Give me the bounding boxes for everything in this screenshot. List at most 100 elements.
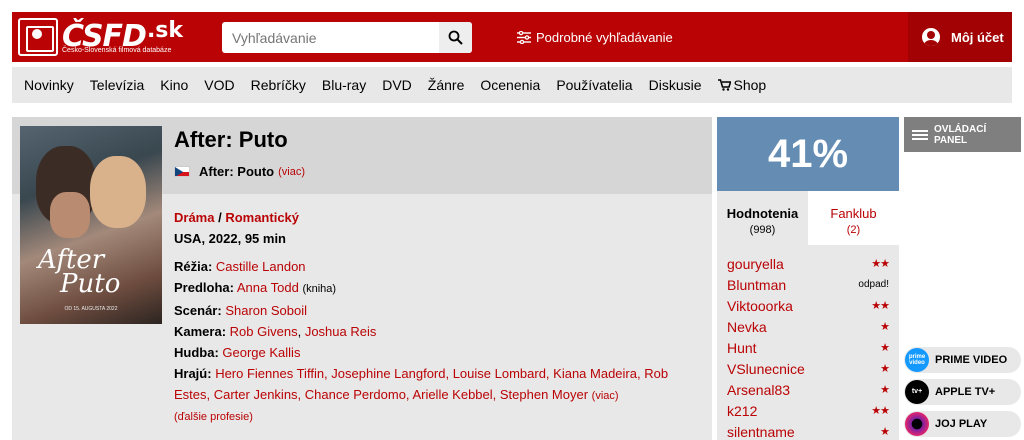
user-link[interactable]: Nevka xyxy=(727,319,767,335)
nav-pouzivatelia[interactable]: Používatelia xyxy=(556,77,632,93)
czech-flag-icon xyxy=(174,166,190,177)
nav-televizia[interactable]: Televízia xyxy=(90,77,144,93)
poster-figure xyxy=(90,156,146,228)
film-panel: After Puto OD 15. AUGUSTA 2022 After: Put… xyxy=(12,117,712,440)
nav-novinky[interactable]: Novinky xyxy=(24,77,74,93)
film-logo-icon xyxy=(18,18,58,56)
tab-ratings[interactable]: Hodnotenia (998) xyxy=(717,191,808,245)
account-button[interactable]: Môj účet xyxy=(908,12,1012,62)
rating-stars: ★★ xyxy=(871,300,890,312)
search-input[interactable] xyxy=(222,22,432,53)
nav-zanre[interactable]: Žánre xyxy=(428,77,465,93)
nav-vod[interactable]: VOD xyxy=(204,77,234,93)
control-panel-label: OVLÁDACÍ PANEL xyxy=(934,123,987,146)
logo-domain: .sk xyxy=(146,18,184,43)
apple-tv-icon: tv+ xyxy=(905,380,929,404)
rating-tabs: Hodnotenia (998) Fanklub (2) xyxy=(717,191,899,245)
nav-shop-label: Shop xyxy=(733,77,767,93)
film-info: Dráma / Romantický USA, 2022, 95 min Réž… xyxy=(174,207,704,428)
advanced-search-link[interactable]: Podrobné vyhľadávanie xyxy=(517,12,673,62)
site-logo[interactable]: ČSFD .sk Česko-Slovenská filmová databáz… xyxy=(18,12,183,62)
top-bar: ČSFD .sk Česko-Slovenská filmová databáz… xyxy=(12,12,1012,62)
crew-screenplay: Scenár: Sharon Soboil xyxy=(174,303,307,318)
rating-stars: ★ xyxy=(880,342,890,354)
rating-stars: ★★ xyxy=(871,405,890,417)
user-link[interactable]: VSlunecnice xyxy=(727,361,805,377)
more-professions-link[interactable]: (ďalšie profesie) xyxy=(174,407,704,428)
vod-apple-tv[interactable]: tv+ APPLE TV+ xyxy=(904,379,1021,405)
crew-link[interactable]: Sharon Soboil xyxy=(225,303,307,318)
rating-stars: ★ xyxy=(880,321,890,333)
prime-video-icon: prime video xyxy=(905,348,929,372)
nav-dvd[interactable]: DVD xyxy=(382,77,412,93)
crew-link[interactable]: Joshua Reis xyxy=(305,324,377,339)
film-title: After: Puto xyxy=(174,127,288,152)
list-item: Hunt ★ xyxy=(727,337,890,358)
vod-label: PRIME VIDEO xyxy=(935,354,1008,366)
crew-link[interactable]: Anna Todd xyxy=(237,280,299,295)
cast-more-link[interactable]: (viac) xyxy=(592,390,619,402)
cast-links[interactable]: Estes, Carter Jenkins, Chance Perdomo, A… xyxy=(174,387,588,402)
user-link[interactable]: Viktooorka xyxy=(727,298,793,314)
list-item: Viktooorka ★★ xyxy=(727,295,890,316)
account-label: Môj účet xyxy=(951,29,1004,45)
main-nav: Novinky Televízia Kino VOD Rebríčky Blu-… xyxy=(12,67,1012,103)
vod-prime-video[interactable]: prime video PRIME VIDEO xyxy=(904,347,1021,373)
user-avatar-icon xyxy=(922,28,940,46)
list-item: gouryella ★★ xyxy=(727,253,890,274)
original-title: After: Pouto (viac) xyxy=(174,164,305,179)
crew-music: Hudba: George Kallis xyxy=(174,345,301,360)
nav-diskusie[interactable]: Diskusie xyxy=(649,77,702,93)
crew-director: Réžia: Castille Landon xyxy=(174,259,306,274)
user-link[interactable]: Hunt xyxy=(727,340,757,356)
joj-play-icon xyxy=(905,412,929,436)
genre-link[interactable]: Romantický xyxy=(225,210,299,225)
genre-link[interactable]: Dráma xyxy=(174,210,214,225)
logo-tagline: Česko-Slovenská filmová databáze xyxy=(62,47,172,54)
control-panel-button[interactable]: OVLÁDACÍ PANEL xyxy=(904,117,1021,152)
original-title-more-link[interactable]: (viac) xyxy=(278,166,305,178)
list-item: silentname ★ xyxy=(727,421,890,440)
genres: Dráma / Romantický xyxy=(174,210,300,225)
cast: Hrajú: Hero Fiennes Tiffin, Josephine La… xyxy=(174,366,669,402)
rating-average: 41% xyxy=(717,117,899,191)
poster-figure xyxy=(50,192,90,238)
menu-icon xyxy=(912,128,928,142)
nav-rebricky[interactable]: Rebríčky xyxy=(251,77,306,93)
sliders-icon xyxy=(517,30,531,44)
search-button[interactable] xyxy=(439,22,472,53)
vod-joj-play[interactable]: JOJ PLAY xyxy=(904,411,1021,437)
original-title-text: After: Pouto xyxy=(199,164,275,179)
nav-shop[interactable]: Shop xyxy=(717,77,767,93)
cart-icon xyxy=(717,79,731,91)
user-link[interactable]: Bluntman xyxy=(727,277,786,293)
rating-stars: ★ xyxy=(880,384,890,396)
rating-stars: odpad! xyxy=(858,279,889,290)
rating-stars: ★ xyxy=(880,426,890,438)
cast-links[interactable]: Hero Fiennes Tiffin, Josephine Langford,… xyxy=(215,366,668,381)
user-link[interactable]: k212 xyxy=(727,403,757,419)
vod-label: APPLE TV+ xyxy=(935,386,996,398)
user-link[interactable]: gouryella xyxy=(727,256,784,272)
list-item: k212 ★★ xyxy=(727,400,890,421)
film-poster[interactable]: After Puto OD 15. AUGUSTA 2022 xyxy=(20,126,162,324)
vod-label: JOJ PLAY xyxy=(935,418,988,430)
list-item: VSlunecnice ★ xyxy=(727,358,890,379)
nav-kino[interactable]: Kino xyxy=(160,77,188,93)
user-link[interactable]: silentname xyxy=(727,424,795,440)
list-item: Nevka ★ xyxy=(727,316,890,337)
rating-stars: ★ xyxy=(880,363,890,375)
list-item: Arsenal83 ★ xyxy=(727,379,890,400)
film-origin: USA, 2022, 95 min xyxy=(174,231,286,246)
crew-link[interactable]: Rob Givens xyxy=(230,324,298,339)
crew-source: Predloha: Anna Todd (kniha) xyxy=(174,280,337,295)
nav-bluray[interactable]: Blu-ray xyxy=(322,77,366,93)
crew-link[interactable]: Castille Landon xyxy=(216,259,306,274)
crew-link[interactable]: George Kallis xyxy=(222,345,300,360)
poster-title: After Puto xyxy=(38,245,121,299)
user-link[interactable]: Arsenal83 xyxy=(727,382,790,398)
rating-stars: ★★ xyxy=(871,258,890,270)
tab-fanclub[interactable]: Fanklub (2) xyxy=(808,191,899,245)
nav-ocenenia[interactable]: Ocenenia xyxy=(480,77,540,93)
user-ratings-list: gouryella ★★ Bluntman odpad! Viktooorka ★★ … xyxy=(717,245,899,440)
